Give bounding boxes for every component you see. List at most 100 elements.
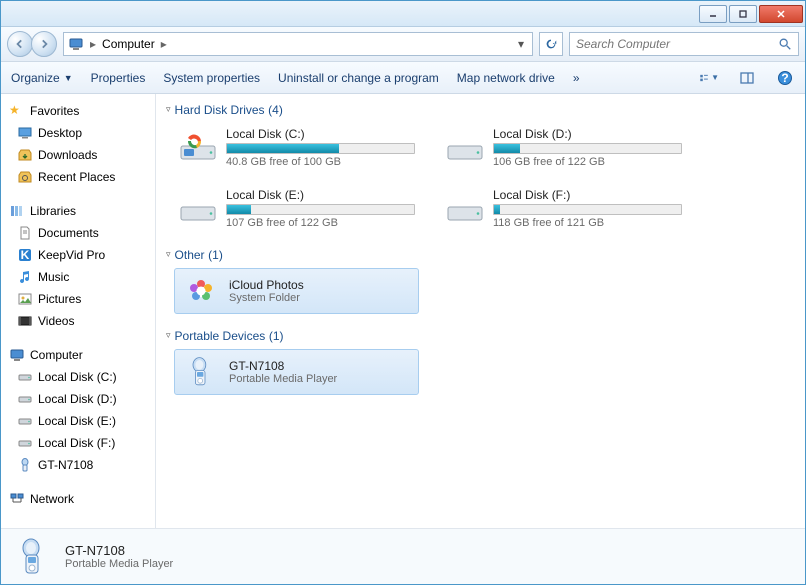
search-icon [778, 37, 792, 51]
portable-device-icon [13, 537, 53, 577]
drive-icon [445, 193, 485, 225]
search-box[interactable] [569, 32, 799, 56]
document-icon [17, 225, 33, 241]
item-meta: System Folder [229, 292, 412, 304]
details-pane: GT-N7108 Portable Media Player [1, 528, 805, 584]
help-button[interactable]: ? [775, 68, 795, 88]
organize-menu[interactable]: Organize▼ [11, 71, 73, 85]
nav-desktop[interactable]: Desktop [3, 122, 153, 144]
drive-icon [17, 435, 33, 451]
libraries-group[interactable]: Libraries [3, 200, 153, 222]
network-icon [9, 491, 25, 507]
refresh-button[interactable] [539, 32, 563, 56]
downloads-icon [17, 147, 33, 163]
drive-f[interactable]: Local Disk (F:) 118 GB free of 121 GB [441, 184, 686, 233]
navigation-pane: ★Favorites Desktop Downloads Recent Plac… [1, 94, 156, 528]
capacity-bar [493, 204, 682, 215]
uninstall-button[interactable]: Uninstall or change a program [278, 71, 439, 85]
item-name: GT-N7108 [229, 359, 412, 373]
nav-local-disk-e[interactable]: Local Disk (E:) [3, 410, 153, 432]
nav-downloads[interactable]: Downloads [3, 144, 153, 166]
capacity-bar [493, 143, 682, 154]
system-properties-button[interactable]: System properties [163, 71, 260, 85]
drive-icon [17, 369, 33, 385]
collapse-icon: ▿ [166, 330, 171, 341]
view-menu[interactable]: ▼ [699, 68, 719, 88]
videos-icon [17, 313, 33, 329]
drive-icon [445, 132, 485, 164]
nav-documents[interactable]: Documents [3, 222, 153, 244]
drive-meta: 107 GB free of 122 GB [226, 217, 415, 229]
icloud-photos-icon [181, 275, 221, 307]
nav-local-disk-d[interactable]: Local Disk (D:) [3, 388, 153, 410]
preview-pane-button[interactable] [737, 68, 757, 88]
drive-name: Local Disk (F:) [493, 188, 682, 202]
back-button[interactable] [7, 31, 33, 57]
portable-device-icon [181, 356, 221, 388]
section-other[interactable]: ▿Other (1) [166, 247, 795, 262]
item-meta: Portable Media Player [229, 373, 412, 385]
chevron-right-icon[interactable]: ▸ [159, 37, 169, 51]
map-drive-button[interactable]: Map network drive [457, 71, 555, 85]
titlebar [1, 1, 805, 27]
collapse-icon: ▿ [166, 249, 171, 260]
libraries-icon [9, 203, 25, 219]
chevron-right-icon[interactable]: ▸ [88, 37, 98, 51]
desktop-icon [17, 125, 33, 141]
drive-e[interactable]: Local Disk (E:) 107 GB free of 122 GB [174, 184, 419, 233]
device-gt-n7108[interactable]: GT-N7108 Portable Media Player [174, 349, 419, 395]
explorer-window: ▸ Computer ▸ ▾ Organize▼ Properties Syst… [0, 0, 806, 585]
collapse-icon: ▿ [166, 104, 171, 115]
drive-meta: 40.8 GB free of 100 GB [226, 156, 415, 168]
navbar: ▸ Computer ▸ ▾ [1, 27, 805, 62]
breadcrumb-computer[interactable]: Computer [98, 37, 159, 51]
search-input[interactable] [576, 37, 778, 51]
drive-meta: 106 GB free of 122 GB [493, 156, 682, 168]
forward-button[interactable] [31, 31, 57, 57]
nav-videos[interactable]: Videos [3, 310, 153, 332]
nav-pictures[interactable]: Pictures [3, 288, 153, 310]
minimize-button[interactable] [699, 5, 727, 23]
nav-keepvid[interactable]: KKeepVid Pro [3, 244, 153, 266]
close-button[interactable] [759, 5, 803, 23]
details-meta: Portable Media Player [65, 558, 173, 570]
properties-button[interactable]: Properties [91, 71, 146, 85]
music-icon [17, 269, 33, 285]
nav-gt-n7108[interactable]: GT-N7108 [3, 454, 153, 476]
svg-text:?: ? [781, 71, 788, 85]
maximize-button[interactable] [729, 5, 757, 23]
nav-local-disk-f[interactable]: Local Disk (F:) [3, 432, 153, 454]
drive-name: Local Disk (D:) [493, 127, 682, 141]
drive-d[interactable]: Local Disk (D:) 106 GB free of 122 GB [441, 123, 686, 172]
drive-meta: 118 GB free of 121 GB [493, 217, 682, 229]
keepvid-icon: K [17, 247, 33, 263]
item-name: iCloud Photos [229, 278, 412, 292]
recent-icon [17, 169, 33, 185]
capacity-bar [226, 143, 415, 154]
drive-icon [17, 391, 33, 407]
computer-icon [9, 347, 25, 363]
star-icon: ★ [9, 103, 25, 119]
address-bar[interactable]: ▸ Computer ▸ ▾ [63, 32, 533, 56]
toolbar-overflow[interactable]: » [573, 71, 580, 85]
details-name: GT-N7108 [65, 543, 173, 558]
favorites-group[interactable]: ★Favorites [3, 100, 153, 122]
nav-music[interactable]: Music [3, 266, 153, 288]
toolbar: Organize▼ Properties System properties U… [1, 62, 805, 94]
address-dropdown[interactable]: ▾ [514, 37, 528, 51]
svg-text:K: K [21, 248, 30, 262]
drive-name: Local Disk (C:) [226, 127, 415, 141]
icloud-photos[interactable]: iCloud Photos System Folder [174, 268, 419, 314]
nav-recent-places[interactable]: Recent Places [3, 166, 153, 188]
capacity-bar [226, 204, 415, 215]
computer-group[interactable]: Computer [3, 344, 153, 366]
drive-icon [178, 193, 218, 225]
computer-icon [68, 36, 84, 52]
drive-icon [17, 413, 33, 429]
network-group[interactable]: Network [3, 488, 153, 510]
section-portable-devices[interactable]: ▿Portable Devices (1) [166, 328, 795, 343]
nav-local-disk-c[interactable]: Local Disk (C:) [3, 366, 153, 388]
drive-name: Local Disk (E:) [226, 188, 415, 202]
section-hard-disk-drives[interactable]: ▿Hard Disk Drives (4) [166, 102, 795, 117]
drive-c[interactable]: Local Disk (C:) 40.8 GB free of 100 GB [174, 123, 419, 172]
